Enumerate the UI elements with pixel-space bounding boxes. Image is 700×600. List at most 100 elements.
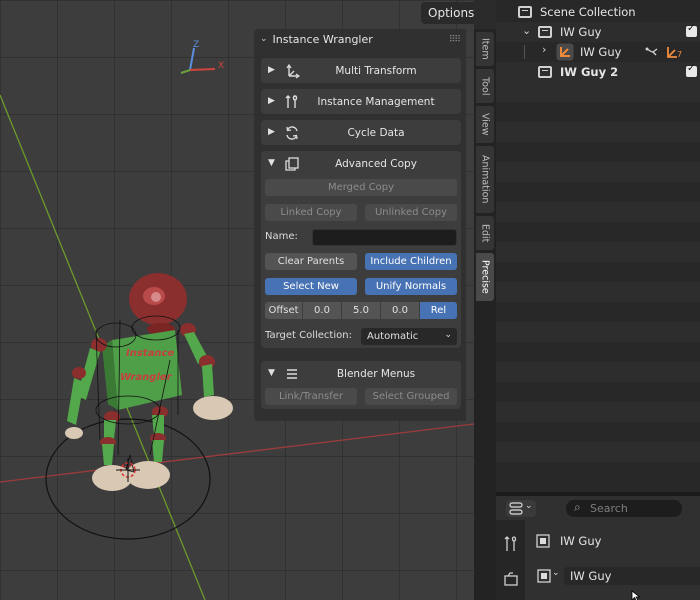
row-stripe bbox=[496, 82, 700, 102]
data-name-field[interactable]: IW Guy bbox=[564, 567, 700, 585]
cycle-icon bbox=[286, 126, 298, 140]
collapse-triangle-icon: ▼ bbox=[268, 368, 275, 378]
collection-icon bbox=[538, 26, 552, 38]
section-multi-transform[interactable]: ▶ Multi Transform bbox=[261, 58, 461, 83]
search-placeholder: Search bbox=[590, 502, 628, 515]
clear-parents-button[interactable]: Clear Parents bbox=[265, 253, 357, 270]
drag-grip-icon[interactable]: ⠿⠿ bbox=[449, 35, 461, 45]
target-collection-label: Target Collection: bbox=[265, 330, 352, 341]
armature-icon bbox=[556, 43, 574, 61]
outliner-row-iw-guy-collection[interactable]: ⌄ IW Guy bbox=[496, 22, 700, 42]
outliner-row-iw-guy-2-collection[interactable]: IW Guy 2 bbox=[496, 62, 700, 82]
3d-viewport[interactable]: Z X Instance Wrangler Options ⌄ Instance… bbox=[0, 0, 474, 600]
target-collection-value: Automatic bbox=[367, 331, 419, 342]
expand-triangle-icon: ▶ bbox=[268, 127, 275, 137]
chevron-down-icon: ⌄ bbox=[260, 34, 268, 44]
merged-copy-button[interactable]: Merged Copy bbox=[265, 179, 457, 196]
link-transfer-button[interactable]: Link/Transfer bbox=[265, 388, 357, 405]
expand-triangle-icon: ▶ bbox=[268, 65, 275, 75]
mouse-cursor-icon bbox=[631, 590, 641, 600]
tab-label: Item bbox=[479, 38, 491, 60]
select-grouped-button[interactable]: Select Grouped bbox=[365, 388, 457, 405]
chevron-down-icon[interactable]: ⌄ bbox=[522, 24, 531, 37]
checkbox-icon[interactable] bbox=[686, 63, 697, 77]
properties-tab-bar bbox=[496, 520, 525, 600]
tab-view[interactable]: View bbox=[476, 106, 494, 143]
options-dropdown[interactable]: Options ⌄ bbox=[421, 2, 474, 24]
object-icon bbox=[536, 534, 550, 548]
offset-z-field[interactable]: 0.0 bbox=[381, 302, 420, 319]
chevron-down-icon: ⌄ bbox=[444, 330, 452, 340]
render-properties-icon[interactable] bbox=[504, 572, 518, 586]
chevron-down-icon: ⌄ bbox=[473, 6, 474, 17]
tab-item[interactable]: Item bbox=[476, 32, 494, 66]
row-stripe bbox=[496, 362, 700, 382]
row-label: IW Guy 2 bbox=[560, 65, 619, 79]
section-cycle-data[interactable]: ▶ Cycle Data bbox=[261, 120, 461, 145]
checkbox-icon[interactable] bbox=[686, 23, 697, 37]
instance-wrangler-panel: ⌄ Instance Wrangler ⠿⠿ ▶ Multi Transform… bbox=[254, 29, 466, 421]
mesh-text-instance: Instance bbox=[126, 348, 174, 359]
offset-x-field[interactable]: 0.0 bbox=[303, 302, 342, 319]
gizmo-z-label: Z bbox=[193, 40, 199, 50]
select-new-toggle[interactable]: Select New bbox=[265, 278, 357, 295]
tab-label: Precise bbox=[479, 260, 491, 294]
panel-title: Instance Wrangler bbox=[272, 32, 373, 46]
relative-toggle[interactable]: Rel bbox=[420, 302, 457, 319]
tab-precise[interactable]: Precise bbox=[476, 253, 494, 301]
include-children-toggle[interactable]: Include Children bbox=[365, 253, 457, 270]
section-advanced-copy: ▼ Advanced Copy Merged Copy Linked Copy … bbox=[261, 151, 461, 348]
tool-settings-icon[interactable] bbox=[504, 536, 518, 552]
blender-menus-header[interactable]: ▼ Blender Menus bbox=[261, 361, 461, 386]
offset-row: Offset 0.0 5.0 0.0 Rel bbox=[265, 302, 457, 319]
tab-tool[interactable]: Tool bbox=[476, 69, 494, 103]
search-icon: ⌕ bbox=[574, 500, 581, 514]
section-instance-management[interactable]: ▶ Instance Management bbox=[261, 89, 461, 114]
row-label: Scene Collection bbox=[540, 5, 636, 19]
row-stripe bbox=[496, 402, 700, 422]
advanced-copy-header[interactable]: ▼ Advanced Copy bbox=[261, 151, 461, 176]
offset-y-field[interactable]: 5.0 bbox=[342, 302, 381, 319]
collapse-triangle-icon: ▼ bbox=[268, 158, 275, 168]
outliner-row-scene-collection[interactable]: Scene Collection bbox=[496, 2, 700, 22]
collection-icon bbox=[518, 6, 532, 18]
row-stripe bbox=[496, 442, 700, 462]
transform-axes-icon bbox=[286, 63, 300, 79]
outliner-row-iw-guy-armature[interactable]: › IW Guy 7 bbox=[496, 42, 700, 62]
unify-normals-toggle[interactable]: Unify Normals bbox=[365, 278, 457, 295]
sidebar-tabs: Item Tool View Animation Edit Precise bbox=[474, 29, 496, 600]
row-label: IW Guy bbox=[580, 45, 622, 59]
tab-label: Edit bbox=[479, 223, 491, 243]
offset-label: Offset bbox=[265, 302, 303, 319]
chevron-down-icon: ⌄ bbox=[552, 568, 560, 578]
row-stripe bbox=[496, 242, 700, 262]
tab-edit[interactable]: Edit bbox=[476, 216, 494, 250]
editor-type-dropdown[interactable]: ⌄ bbox=[506, 500, 536, 517]
panel-header[interactable]: ⌄ Instance Wrangler ⠿⠿ bbox=[254, 29, 466, 49]
row-stripe bbox=[496, 162, 700, 182]
chevron-right-icon[interactable]: › bbox=[542, 43, 546, 56]
target-collection-select[interactable]: Automatic ⌄ bbox=[361, 328, 457, 345]
search-input[interactable]: ⌕ Search bbox=[566, 500, 682, 517]
options-label: Options bbox=[428, 6, 474, 20]
chevron-down-icon: ⌄ bbox=[525, 501, 533, 511]
name-field[interactable] bbox=[312, 229, 457, 246]
tab-animation[interactable]: Animation bbox=[476, 146, 494, 213]
robot-character: Instance Wrangler bbox=[65, 273, 233, 491]
expand-triangle-icon: ▶ bbox=[268, 96, 275, 106]
constraint-icon bbox=[645, 47, 658, 56]
row-label: IW Guy bbox=[560, 25, 602, 39]
row-stripe bbox=[496, 322, 700, 342]
data-name-value: IW Guy bbox=[570, 569, 612, 583]
linked-copy-button[interactable]: Linked Copy bbox=[265, 204, 357, 221]
menu-lines-icon bbox=[287, 369, 297, 379]
tab-label: View bbox=[479, 113, 491, 136]
data-browse-dropdown[interactable]: ⌄ bbox=[534, 567, 562, 585]
outliner[interactable]: Scene Collection ⌄ IW Guy › IW Guy 7 IW … bbox=[496, 0, 700, 492]
duplicate-icon bbox=[285, 157, 299, 171]
tab-label: Tool bbox=[479, 76, 491, 96]
row-stripe bbox=[496, 282, 700, 302]
modifier-count: 7 bbox=[677, 50, 683, 59]
navigation-gizmo[interactable]: Z X bbox=[180, 40, 224, 74]
unlinked-copy-button[interactable]: Unlinked Copy bbox=[365, 204, 457, 221]
